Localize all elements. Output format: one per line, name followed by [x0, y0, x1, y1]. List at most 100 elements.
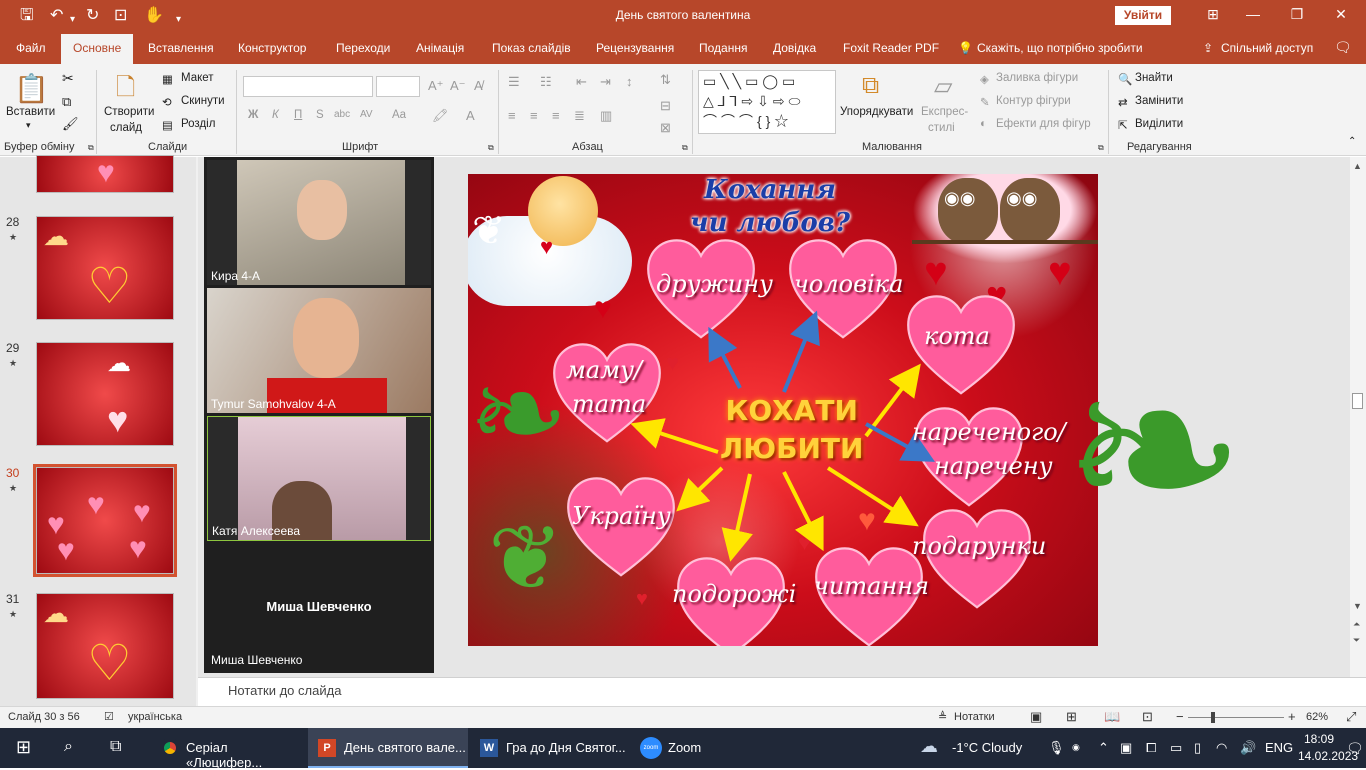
section-button[interactable]: Розділ [181, 118, 215, 130]
weather-cloud-icon[interactable]: ☁ [920, 736, 938, 757]
shape-effects-button[interactable]: Ефекти для фігур [996, 118, 1091, 130]
slide-thumbnail-selected[interactable]: ♥ ♥ ♥ ♥ ♥ [33, 464, 177, 577]
numbering-icon[interactable]: ☷ [540, 74, 552, 90]
font-launcher-icon[interactable]: ⧉ [488, 143, 494, 153]
minimize-button[interactable]: — [1230, 6, 1276, 22]
columns-icon[interactable]: ▥ [600, 108, 612, 124]
slide-canvas[interactable]: ❦ ♥ ◉◉ ◉◉ ♥ ♥ ♥ ♥ ♥ ♥ ♥ ♥ ❧ ❦ Кохання чи … [468, 174, 1098, 646]
shrink-font-icon[interactable]: A⁻ [450, 78, 466, 94]
previous-slide-icon[interactable]: ⏶ [1353, 619, 1360, 630]
display-icon[interactable]: ▭ [1170, 740, 1182, 756]
tab-home[interactable]: Основне [61, 34, 134, 64]
microphone-icon[interactable]: 🎙 [1048, 740, 1065, 756]
underline-button[interactable]: П [294, 109, 302, 121]
quick-styles-button-line2[interactable]: стилі [928, 122, 955, 134]
tray-app-icon[interactable]: ▣ [1120, 740, 1132, 756]
notifications-icon[interactable]: 🗨 [1346, 740, 1364, 757]
text-shadow-button[interactable]: abc [334, 109, 350, 120]
maximize-button[interactable]: ❐ [1274, 6, 1320, 23]
normal-view-icon[interactable]: ▣ [1030, 709, 1042, 725]
smartart-icon[interactable]: ⊠ [660, 120, 671, 136]
slide-thumbnail[interactable]: ♡ ☁ [36, 216, 174, 320]
font-size-combo[interactable] [376, 76, 420, 97]
task-view-icon[interactable]: ⧉ [110, 738, 121, 756]
fit-to-window-icon[interactable]: ⤢ [1346, 709, 1356, 725]
arrange-button[interactable]: Упорядкувати [840, 106, 913, 118]
windows-start-icon[interactable]: ⊞ [16, 737, 31, 758]
bullets-icon[interactable]: ☰ [508, 74, 520, 90]
close-button[interactable]: ✕ [1318, 6, 1364, 23]
shape-outline-button[interactable]: Контур фігури [996, 95, 1071, 107]
decrease-indent-icon[interactable]: ⇤ [576, 74, 587, 90]
tab-animations[interactable]: Анімація [416, 41, 464, 55]
taskbar-app-powerpoint[interactable]: P День святого вале... [308, 728, 468, 768]
paste-icon[interactable]: 📋 [14, 72, 49, 105]
text-direction-icon[interactable]: ⇅ [660, 72, 671, 88]
tab-insert[interactable]: Вставлення [148, 41, 214, 55]
shapes-gallery[interactable]: ▭╲╲▭◯▭ △⅃⅂⇨⇩⇨⬭ ⌒⌒⌒{}☆ [698, 70, 836, 134]
tab-transitions[interactable]: Переходи [336, 41, 390, 55]
signin-button[interactable]: Увійти [1115, 6, 1171, 25]
strikethrough-button[interactable]: S [316, 109, 324, 121]
wifi-icon[interactable]: ◠ [1216, 740, 1227, 756]
slideshow-view-icon[interactable]: ⊡ [1142, 709, 1153, 725]
slide-thumbnail[interactable]: ☁ ♥ [36, 342, 174, 446]
battery-icon[interactable]: ▯ [1194, 740, 1201, 756]
search-icon[interactable]: ⌕ [64, 738, 73, 756]
italic-button[interactable]: К [272, 109, 279, 121]
reset-button[interactable]: Скинути [181, 95, 225, 107]
new-slide-icon[interactable]: 🗋 [116, 70, 135, 111]
arrange-icon[interactable]: ⧉ [862, 72, 879, 100]
clipboard-launcher-icon[interactable]: ⧉ [88, 143, 94, 153]
find-button[interactable]: Знайти [1135, 72, 1173, 84]
align-right-icon[interactable]: ≡ [552, 108, 560, 123]
taskbar-app-word[interactable]: W Гра до Дня Святог... [472, 728, 632, 768]
select-button[interactable]: Виділити [1135, 118, 1183, 130]
justify-icon[interactable]: ≣ [574, 108, 585, 124]
shape-fill-button[interactable]: Заливка фігури [996, 72, 1078, 84]
paste-dropdown-icon[interactable]: ▾ [26, 120, 31, 131]
line-spacing-icon[interactable]: ↕ [626, 74, 633, 89]
tray-app-icon[interactable]: ⧠ [1146, 740, 1156, 756]
drawing-launcher-icon[interactable]: ⧉ [1098, 143, 1104, 153]
align-text-icon[interactable]: ⊟ [660, 98, 671, 114]
share-button[interactable]: Спільний доступ [1221, 41, 1313, 55]
taskbar-app-zoom[interactable]: zoom Zoom [636, 728, 716, 768]
scrollbar-thumb[interactable] [1352, 393, 1363, 409]
weather-text[interactable]: -1°C Cloudy [952, 740, 1022, 755]
zoom-out-button[interactable]: − [1176, 709, 1184, 724]
input-language[interactable]: ENG [1265, 740, 1293, 755]
video-tile-active-speaker[interactable]: Катя Алексеева [207, 416, 431, 541]
tray-expand-icon[interactable]: ⌃ [1098, 740, 1109, 756]
copy-icon[interactable]: ⧉ [62, 94, 71, 110]
font-color-icon[interactable]: A [466, 108, 475, 123]
zoom-slider-thumb[interactable] [1211, 712, 1215, 723]
quick-styles-icon[interactable]: ▱ [934, 72, 952, 101]
paragraph-launcher-icon[interactable]: ⧉ [682, 143, 688, 153]
taskbar-app-chrome[interactable]: Серіал «Люцифер... [152, 728, 302, 770]
tab-help[interactable]: Довідка [773, 41, 816, 55]
zoom-in-button[interactable]: + [1288, 709, 1296, 724]
tab-slideshow[interactable]: Показ слайдів [492, 41, 571, 55]
align-left-icon[interactable]: ≡ [508, 108, 516, 123]
new-slide-button[interactable]: Створити [104, 106, 154, 118]
increase-indent-icon[interactable]: ⇥ [600, 74, 611, 90]
replace-button[interactable]: Замінити [1135, 95, 1183, 107]
notes-pane[interactable]: Нотатки до слайда [198, 677, 1366, 706]
collapse-ribbon-icon[interactable]: ⌃ [1348, 136, 1356, 147]
tab-view[interactable]: Подання [699, 41, 747, 55]
highlight-icon[interactable]: 🖍 [432, 108, 449, 124]
slide-thumbnail[interactable]: ♡ ☁ [36, 593, 174, 699]
video-tile[interactable]: Tymur Samohvalov 4-A [207, 288, 431, 413]
tab-design[interactable]: Конструктор [238, 41, 306, 55]
video-tile[interactable]: Кира 4-А [207, 160, 431, 285]
zoom-slider[interactable] [1188, 717, 1284, 718]
tab-review[interactable]: Рецензування [596, 41, 674, 55]
next-slide-icon[interactable]: ⏷ [1353, 635, 1360, 646]
notes-placeholder[interactable]: Нотатки до слайда [228, 683, 341, 698]
volume-icon[interactable]: 🔊 [1240, 740, 1256, 756]
scroll-down-icon[interactable]: ▼ [1353, 601, 1362, 611]
zoom-level[interactable]: 62% [1306, 711, 1328, 723]
quick-styles-button[interactable]: Експрес- [921, 106, 968, 118]
reading-view-icon[interactable]: 📖 [1104, 709, 1120, 725]
